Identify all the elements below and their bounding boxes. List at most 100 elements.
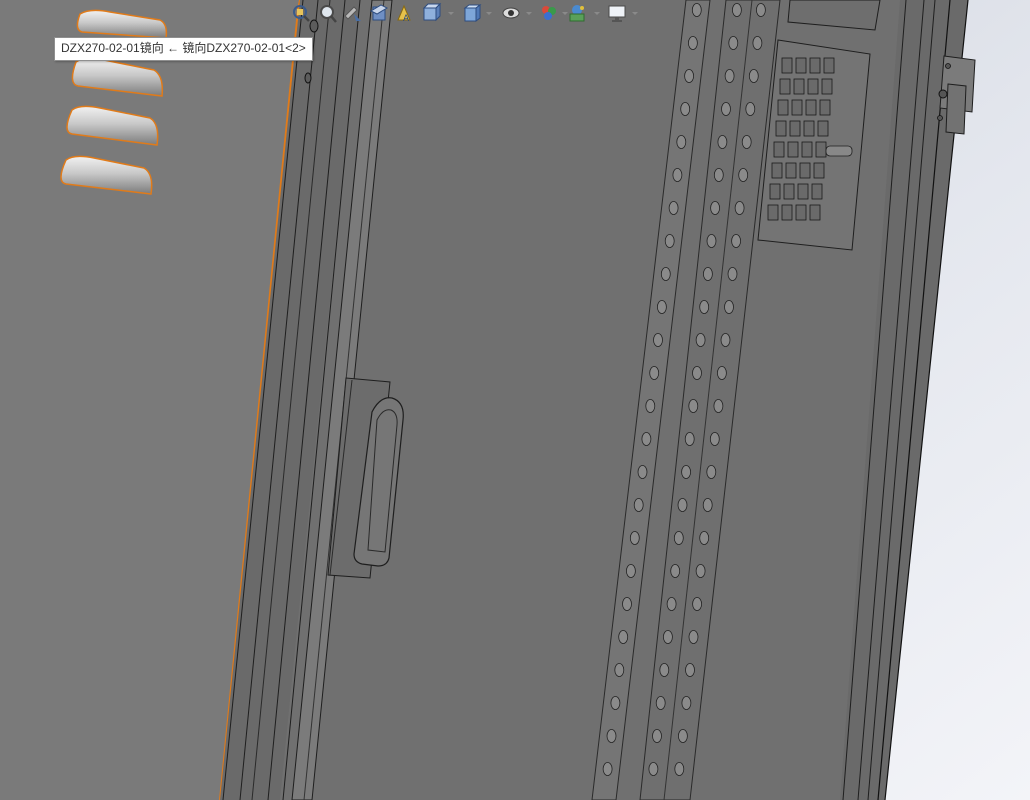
hide-show-items-icon[interactable] — [500, 2, 522, 24]
previous-view-icon[interactable] — [342, 2, 364, 24]
rail-hole — [672, 168, 683, 182]
rail-hole — [709, 432, 720, 446]
grille-cell — [795, 57, 807, 74]
rail-hole — [618, 630, 629, 644]
rail-hole — [674, 762, 685, 776]
grille-cell — [799, 162, 811, 179]
rail-hole — [724, 69, 735, 83]
svg-text:A: A — [403, 14, 410, 24]
rail-hole — [706, 234, 717, 248]
display-style-icon[interactable] — [460, 2, 482, 24]
rail-hole — [691, 3, 702, 17]
rail-hole — [720, 333, 731, 347]
grille-cell — [811, 183, 823, 200]
rail-hole — [681, 465, 691, 479]
rail-hole — [645, 399, 656, 413]
grille-cell — [779, 78, 791, 95]
tooltip-text: DZX270-02-01镜向 ← 镜向DZX270-02-01<2> — [61, 41, 306, 55]
rail-hole — [664, 234, 675, 248]
rail-hole — [688, 630, 699, 644]
grille-cell — [805, 99, 817, 116]
rail-hole — [721, 102, 731, 116]
rail-hole — [688, 36, 698, 50]
rail-hole — [717, 135, 728, 149]
rail-hole — [695, 333, 706, 347]
grille-cell — [787, 141, 799, 158]
rail-hole — [626, 564, 636, 578]
rail-hole — [699, 300, 710, 314]
grille-cell — [791, 99, 803, 116]
rail-hole — [748, 69, 759, 83]
selection-tooltip: DZX270-02-01镜向 ← 镜向DZX270-02-01<2> — [54, 37, 313, 61]
apply-scene-dropdown-icon[interactable] — [594, 12, 600, 15]
grille-cell — [781, 57, 793, 74]
rail-hole — [727, 267, 738, 281]
rail-hole — [614, 663, 625, 677]
view-orientation-dropdown-icon[interactable] — [448, 12, 454, 15]
apply-scene-icon[interactable] — [566, 2, 588, 24]
grille-cell — [815, 141, 827, 158]
dynamic-annotation-views-icon[interactable]: A — [394, 2, 416, 24]
rail-hole — [641, 432, 652, 446]
rail-hole — [610, 696, 621, 710]
rail-hole — [657, 300, 667, 314]
zoom-to-area-icon[interactable] — [316, 2, 338, 24]
grille-cell — [819, 99, 831, 116]
grille-cell — [777, 99, 789, 116]
rail-hole — [710, 201, 720, 215]
view-orientation-icon[interactable] — [420, 2, 442, 24]
display-style-dropdown-icon[interactable] — [486, 12, 492, 15]
rail-hole — [655, 696, 666, 710]
grille-cell — [797, 183, 809, 200]
rail-hole — [685, 663, 695, 677]
rail-hole — [724, 300, 734, 314]
rail-hole — [752, 36, 763, 50]
grille-cell — [781, 204, 793, 221]
grille-cell — [823, 57, 835, 74]
grille-cell — [803, 120, 815, 137]
rail-hole — [706, 465, 717, 479]
rail-hole — [731, 234, 741, 248]
rail-hole — [653, 333, 663, 347]
rail-hole — [713, 168, 724, 182]
rail-hole — [684, 432, 695, 446]
zoom-to-fit-icon[interactable] — [290, 2, 312, 24]
view-settings-icon[interactable] — [606, 2, 628, 24]
section-view-icon[interactable] — [368, 2, 390, 24]
rail-hole — [732, 3, 742, 17]
rail-hole — [702, 498, 713, 512]
hide-show-dropdown-icon[interactable] — [526, 12, 532, 15]
rail-hole — [648, 762, 659, 776]
rail-hole — [734, 201, 745, 215]
rail-hole — [692, 366, 702, 380]
rail-hole — [684, 69, 694, 83]
rail-hole — [660, 267, 671, 281]
rail-hole — [637, 465, 648, 479]
grille-cell — [809, 57, 821, 74]
rail-hole — [741, 135, 752, 149]
grille-cell — [769, 183, 781, 200]
rail-hole — [652, 729, 662, 743]
rail-hole — [602, 762, 613, 776]
grille-cell — [807, 78, 819, 95]
rail-hole — [666, 597, 677, 611]
graphics-area[interactable]: A DZX270-02-01镜向 ← 镜向DZX270-02-01<2> — [0, 0, 1030, 800]
edit-appearance-icon[interactable] — [538, 2, 560, 24]
rail-hole — [680, 102, 691, 116]
model-view[interactable] — [0, 0, 1030, 800]
rail-hole — [659, 663, 670, 677]
grille-cell — [795, 204, 807, 221]
rail-hole — [649, 366, 660, 380]
rail-hole — [717, 366, 727, 380]
rail-hole — [703, 267, 713, 281]
rail-hole — [677, 498, 688, 512]
grille-cell — [801, 141, 813, 158]
rail-hole — [622, 597, 632, 611]
rail-hole — [681, 696, 692, 710]
grille-cell — [821, 78, 833, 95]
frame-hole — [304, 72, 312, 84]
rail-hole — [695, 564, 706, 578]
view-settings-dropdown-icon[interactable] — [632, 12, 638, 15]
grille-cell — [783, 183, 795, 200]
grille-cell — [793, 78, 805, 95]
